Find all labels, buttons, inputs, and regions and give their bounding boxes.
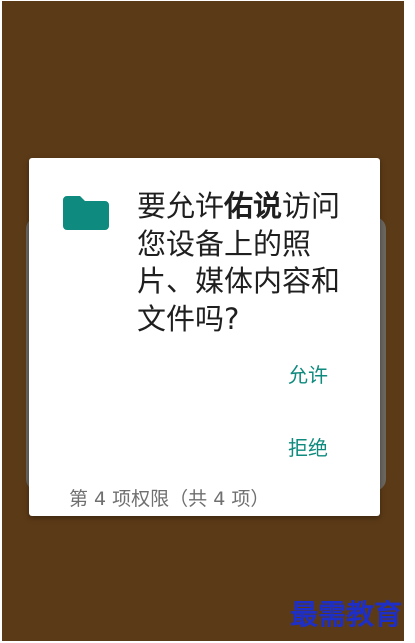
deny-button[interactable]: 拒绝 [288, 432, 328, 461]
permission-message: 要允许佑说访问您设备上的照片、媒体内容和文件吗? [137, 188, 362, 338]
folder-icon [63, 196, 109, 230]
allow-button[interactable]: 允许 [288, 359, 328, 388]
message-prefix: 要允许 [137, 189, 225, 223]
permission-dialog: 要允许佑说访问您设备上的照片、媒体内容和文件吗? 允许 拒绝 第 4 项权限（共… [29, 158, 380, 516]
app-background: 要允许佑说访问您设备上的照片、媒体内容和文件吗? 允许 拒绝 第 4 项权限（共… [2, 1, 404, 641]
permission-counter: 第 4 项权限（共 4 项） [69, 488, 270, 510]
watermark-logo: 最需教育 [290, 598, 403, 631]
app-name: 佑说 [224, 189, 283, 223]
